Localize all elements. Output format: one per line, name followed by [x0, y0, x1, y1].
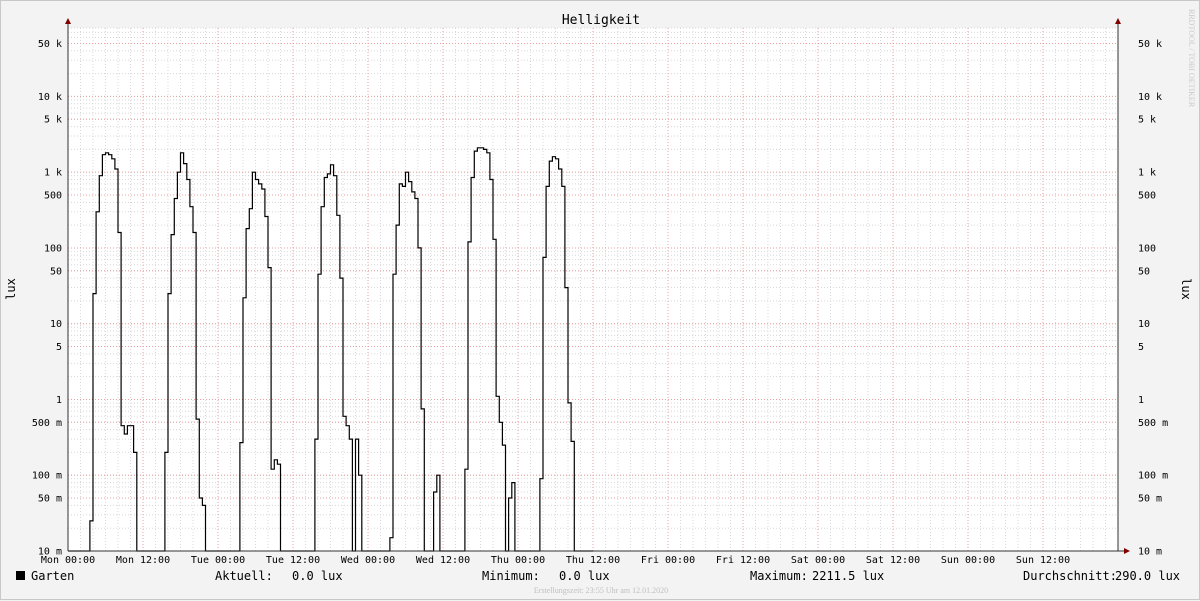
x-tick-label: Tue 12:00: [266, 555, 320, 566]
y-tick-label-right: 5 k: [1138, 115, 1156, 126]
brightness-chart: 50 k 10 k 5 k 1 k 500 100 50 10 5 1 500 m 100 m 50 m…: [4, 9, 1196, 595]
y-tick-label-right: 500 m: [1138, 418, 1168, 429]
y-tick-label-left: 100: [44, 243, 62, 254]
legend-minimum-label: Minimum:: [482, 569, 540, 583]
x-tick-label: Sun 00:00: [941, 555, 995, 566]
y-tick-label-right: 500: [1138, 190, 1156, 201]
x-tick-label: Mon 00:00: [41, 555, 95, 566]
x-tick-label: Sat 12:00: [866, 555, 920, 566]
y-tick-label-right: 50 m: [1138, 494, 1162, 505]
x-tick-label: Tue 00:00: [191, 555, 245, 566]
x-tick-label: Mon 12:00: [116, 555, 170, 566]
x-tick-label: Thu 12:00: [566, 555, 620, 566]
y-tick-label-right: 10 m: [1138, 547, 1162, 558]
y-tick-label-left: 10: [50, 319, 62, 330]
y-tick-label-left: 50 k: [38, 39, 62, 50]
y-tick-label-left: 1: [56, 395, 62, 406]
legend-minimum-value: 0.0 lux: [559, 569, 610, 583]
legend-avg-label: Durchschnitt:: [1023, 569, 1117, 583]
legend-series-name: Garten: [31, 569, 74, 583]
y-tick-label-right: 10: [1138, 319, 1150, 330]
y-tick-label-left: 10 k: [38, 92, 62, 103]
y-tick-label-right: 100: [1138, 243, 1156, 254]
y-tick-label-left: 50: [50, 266, 62, 277]
x-tick-label: Thu 00:00: [491, 555, 545, 566]
x-tick-label: Wed 12:00: [416, 555, 470, 566]
x-axis-arrow: [1124, 548, 1130, 554]
y-axis-arrow-left: [65, 18, 71, 24]
y-tick-label-left: 500: [44, 190, 62, 201]
legend-aktuell-value: 0.0 lux: [292, 569, 343, 583]
y-axis-left: 50 k 10 k 5 k 1 k 500 100 50 10 5 1 500 m 100 m 50 m…: [32, 39, 62, 558]
x-tick-label: Sat 00:00: [791, 555, 845, 566]
y-tick-label-left: 5: [56, 342, 62, 353]
y-tick-label-left: 1 k: [44, 168, 62, 179]
legend-aktuell-label: Aktuell:: [215, 569, 273, 583]
y-tick-label-right: 50: [1138, 266, 1150, 277]
x-tick-label: Wed 00:00: [341, 555, 395, 566]
y-tick-label-right: 5: [1138, 342, 1144, 353]
x-tick-label: Fri 00:00: [641, 555, 695, 566]
y-tick-label-right: 10 k: [1138, 92, 1162, 103]
y-tick-label-right: 50 k: [1138, 39, 1162, 50]
legend-maximum-value: 2211.5 lux: [812, 569, 884, 583]
y-axis-arrow-right: [1115, 18, 1121, 24]
watermark: RRDTOOL / TOBI OETIKER: [1187, 9, 1196, 108]
chart-window: 50 k 10 k 5 k 1 k 500 100 50 10 5 1 500 m 100 m 50 m…: [0, 0, 1200, 600]
y-tick-label-right: 1: [1138, 395, 1144, 406]
legend-avg-value: 290.0 lux: [1115, 569, 1180, 583]
x-axis: Mon 00:00 Mon 12:00 Tue 00:00 Tue 12:00 Wed …: [41, 555, 1070, 566]
legend-maximum-label: Maximum:: [750, 569, 808, 583]
y-tick-label-right: 1 k: [1138, 168, 1156, 179]
y-tick-label-left: 100 m: [32, 471, 62, 482]
y-tick-label-left: 5 k: [44, 115, 62, 126]
x-tick-label: Sun 12:00: [1016, 555, 1070, 566]
y-tick-label-left: 500 m: [32, 418, 62, 429]
footer-timestamp: Erstellungszeit: 23:55 Uhr am 12.01.2020: [534, 586, 668, 595]
legend-swatch: [16, 571, 25, 580]
y-tick-label-left: 50 m: [38, 494, 62, 505]
x-tick-label: Fri 12:00: [716, 555, 770, 566]
y-axis-label-right: lux: [1179, 278, 1193, 300]
chart-title: Helligkeit: [562, 13, 640, 28]
y-tick-label-right: 100 m: [1138, 471, 1168, 482]
y-axis-right: 50 k 10 k 5 k 1 k 500 100 50 10 5 1 500 m 100 m 50 m…: [1138, 39, 1168, 558]
y-axis-label-left: lux: [4, 278, 18, 300]
